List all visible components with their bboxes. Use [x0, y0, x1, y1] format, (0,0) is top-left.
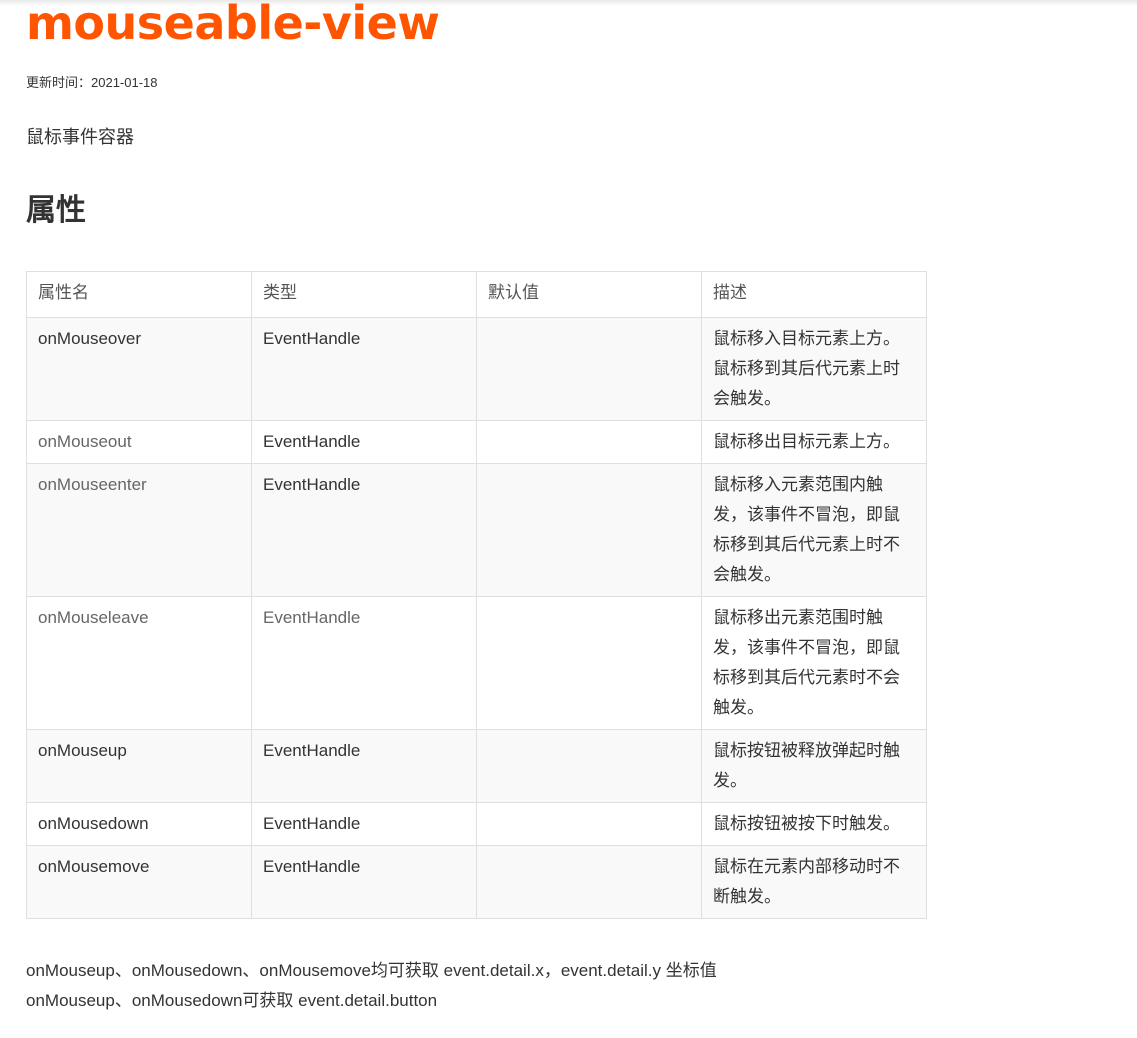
table-row: onMousedown EventHandle 鼠标按钮被按下时触发。 — [26, 802, 927, 846]
prop-desc: 鼠标按钮被按下时触发。 — [701, 802, 927, 846]
table-header-row: 属性名 类型 默认值 描述 — [26, 271, 927, 318]
properties-table: 属性名 类型 默认值 描述 onMouseover EventHandle 鼠标… — [26, 271, 927, 919]
table-row: onMousemove EventHandle 鼠标在元素内部移动时不断触发。 — [26, 845, 927, 919]
prop-name: onMouseover — [26, 317, 252, 421]
note-line: onMouseup、onMousedown、onMousemove均可获取 ev… — [26, 961, 717, 980]
prop-default — [476, 420, 702, 464]
prop-name: onMousedown — [26, 802, 252, 846]
prop-desc: 鼠标在元素内部移动时不断触发。 — [701, 845, 927, 919]
prop-default — [476, 802, 702, 846]
component-description: 鼠标事件容器 — [26, 127, 134, 147]
prop-name: onMouseenter — [26, 463, 252, 597]
prop-desc: 鼠标移出目标元素上方。 — [701, 420, 927, 464]
prop-default — [476, 729, 702, 803]
prop-desc: 鼠标移入目标元素上方。鼠标移到其后代元素上时会触发。 — [701, 317, 927, 421]
prop-desc: 鼠标移出元素范围时触发，该事件不冒泡，即鼠标移到其后代元素时不会触发。 — [701, 596, 927, 730]
table-row: onMouseleave EventHandle 鼠标移出元素范围时触发，该事件… — [26, 596, 927, 730]
prop-type: EventHandle — [251, 596, 477, 730]
prop-type: EventHandle — [251, 845, 477, 919]
note-line: onMouseup、onMousedown可获取 event.detail.bu… — [26, 991, 438, 1010]
update-time: 更新时间：2021-01-18 — [26, 74, 1116, 92]
table-row: onMouseout EventHandle 鼠标移出目标元素上方。 — [26, 420, 927, 464]
prop-type: EventHandle — [251, 729, 477, 803]
prop-default — [476, 317, 702, 421]
doc-page: mouseable-view 更新时间：2021-01-18 鼠标事件容器 属性… — [26, 0, 1116, 1016]
prop-type: EventHandle — [251, 317, 477, 421]
header-default: 默认值 — [476, 271, 702, 318]
prop-name: onMouseleave — [26, 596, 252, 730]
usage-notes: onMouseup、onMousedown、onMousemove均可获取 ev… — [26, 956, 1116, 1016]
header-name: 属性名 — [26, 271, 252, 318]
header-description: 描述 — [701, 271, 927, 318]
prop-default — [476, 463, 702, 597]
table-row: onMouseup EventHandle 鼠标按钮被释放弹起时触发。 — [26, 729, 927, 803]
prop-default — [476, 845, 702, 919]
prop-name: onMouseup — [26, 729, 252, 803]
section-heading-properties: 属性 — [26, 194, 86, 227]
prop-type: EventHandle — [251, 420, 477, 464]
prop-default — [476, 596, 702, 730]
prop-type: EventHandle — [251, 802, 477, 846]
header-type: 类型 — [251, 271, 477, 318]
prop-type: EventHandle — [251, 463, 477, 597]
page-title: mouseable-view — [26, 0, 440, 50]
prop-desc: 鼠标按钮被释放弹起时触发。 — [701, 729, 927, 803]
prop-name: onMouseout — [26, 420, 252, 464]
prop-name: onMousemove — [26, 845, 252, 919]
update-time-value: 2021-01-18 — [91, 75, 158, 90]
table-row: onMouseenter EventHandle 鼠标移入元素范围内触发，该事件… — [26, 463, 927, 597]
update-time-label: 更新时间： — [26, 75, 92, 90]
table-row: onMouseover EventHandle 鼠标移入目标元素上方。鼠标移到其… — [26, 317, 927, 421]
prop-desc: 鼠标移入元素范围内触发，该事件不冒泡，即鼠标移到其后代元素上时不会触发。 — [701, 463, 927, 597]
